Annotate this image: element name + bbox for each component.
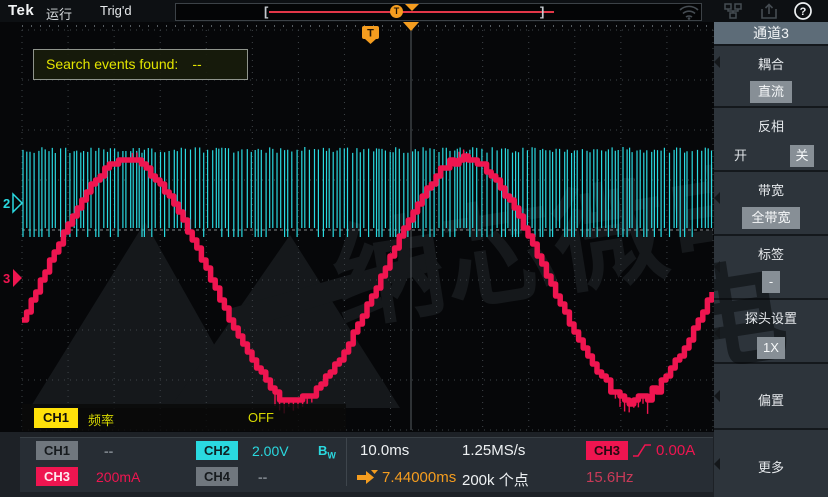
delay-readout[interactable]: 7.44000ms [382, 469, 456, 486]
label-value-button[interactable]: - [762, 271, 780, 293]
delay-arrow-icon [356, 470, 378, 485]
search-events-text: Search events found: [46, 56, 178, 72]
svg-text:2: 2 [3, 196, 10, 211]
side-menu: 通道3 耦合 直流 反相 开 关 带宽 全带宽 标签 - 探头设置 1X [714, 22, 828, 497]
more-label: 更多 [714, 430, 828, 476]
trigger-frequency-readout: 15.6Hz [586, 469, 634, 486]
section-left-arrow-icon [714, 56, 720, 68]
waveform-display: 纳芯微电T23 [0, 22, 714, 432]
bandwidth-label: 带宽 [714, 172, 828, 199]
menu-section-more[interactable]: 更多 [714, 430, 828, 497]
menu-section-offset[interactable]: 偏置 [714, 364, 828, 428]
ch1-scale: -- [104, 443, 113, 459]
zoom-window-open-bracket[interactable]: [ [264, 4, 268, 19]
section-left-arrow-icon [714, 327, 720, 339]
menu-section-label[interactable]: 标签 - [714, 236, 828, 298]
invert-on-option[interactable]: 开 [734, 145, 747, 167]
probe-1x-button[interactable]: 1X [757, 337, 785, 359]
ch2-position-marker[interactable]: 2 [3, 194, 22, 212]
menu-section-probe-setup[interactable]: 探头设置 1X [714, 300, 828, 362]
status-bar: CH1 -- CH2 2.00V BW CH3 200mA CH4 -- 10.… [0, 432, 714, 497]
svg-text:?: ? [800, 6, 807, 18]
acquisition-status: 运行 [46, 4, 72, 23]
timebase-readout[interactable]: 10.0ms [360, 442, 409, 459]
ch4-badge[interactable]: CH4 [196, 467, 238, 486]
svg-text:3: 3 [3, 271, 10, 286]
record-window-line [269, 11, 554, 13]
section-left-arrow-icon [714, 192, 720, 204]
trigger-position-caret-icon [405, 4, 419, 11]
top-bar: Tek 运行 Trig'd [ ] T ? [0, 0, 828, 22]
offset-label: 偏置 [714, 364, 828, 409]
rising-edge-icon [632, 442, 652, 459]
bandwidth-full-button[interactable]: 全带宽 [742, 207, 800, 229]
record-overview-bar[interactable]: [ ] T [175, 3, 702, 21]
tek-logo: Tek [8, 2, 34, 19]
ch3-scale: 200mA [96, 469, 140, 485]
invert-label: 反相 [714, 108, 828, 135]
help-icon[interactable]: ? [792, 2, 814, 20]
network-icon[interactable] [722, 2, 744, 20]
coupling-label: 耦合 [714, 46, 828, 73]
status-divider [346, 438, 347, 486]
sample-rate-readout: 1.25MS/s [462, 442, 525, 459]
ch4-scale: -- [258, 469, 267, 485]
section-left-arrow-icon [714, 390, 720, 402]
measurement-channel-badge[interactable]: CH1 [34, 408, 78, 428]
invert-off-button[interactable]: 关 [790, 145, 814, 167]
ch3-position-marker[interactable]: 3 [3, 269, 22, 287]
ch2-bandwidth-icon: BW [318, 443, 336, 461]
oscilloscope-screen: Tek 运行 Trig'd [ ] T ? [0, 0, 828, 497]
menu-section-bandwidth[interactable]: 带宽 全带宽 [714, 172, 828, 234]
trigger-source-badge[interactable]: CH3 [586, 441, 628, 460]
ch2-badge[interactable]: CH2 [196, 441, 238, 460]
trigger-status: Trig'd [100, 3, 132, 18]
measurement-value: OFF [248, 410, 274, 425]
label-label: 标签 [714, 236, 828, 263]
coupling-dc-button[interactable]: 直流 [750, 81, 792, 103]
section-left-arrow-icon [714, 261, 720, 273]
svg-text:T: T [367, 28, 374, 40]
ch2-scale: 2.00V [252, 443, 289, 459]
search-events-count: -- [192, 56, 201, 72]
wifi-icon[interactable] [678, 2, 700, 20]
menu-section-coupling[interactable]: 耦合 直流 [714, 46, 828, 106]
trigger-level-readout[interactable]: 0.00A [656, 442, 695, 459]
zoom-window-close-bracket[interactable]: ] [540, 4, 544, 19]
section-left-arrow-icon [714, 458, 720, 470]
export-file-icon[interactable] [758, 2, 780, 20]
ch1-badge[interactable]: CH1 [36, 441, 78, 460]
search-events-banner: Search events found: -- [33, 49, 248, 80]
probe-setup-label: 探头设置 [714, 300, 828, 327]
measurement-name: 频率 [88, 410, 114, 429]
measurement-bar: CH1 频率 OFF [22, 404, 346, 431]
menu-section-invert[interactable]: 反相 开 关 [714, 108, 828, 170]
side-menu-title: 通道3 [714, 22, 828, 44]
ch3-badge[interactable]: CH3 [36, 467, 78, 486]
record-length-readout: 200k 个点 [462, 469, 529, 490]
trigger-position-icon[interactable]: T [390, 5, 403, 18]
